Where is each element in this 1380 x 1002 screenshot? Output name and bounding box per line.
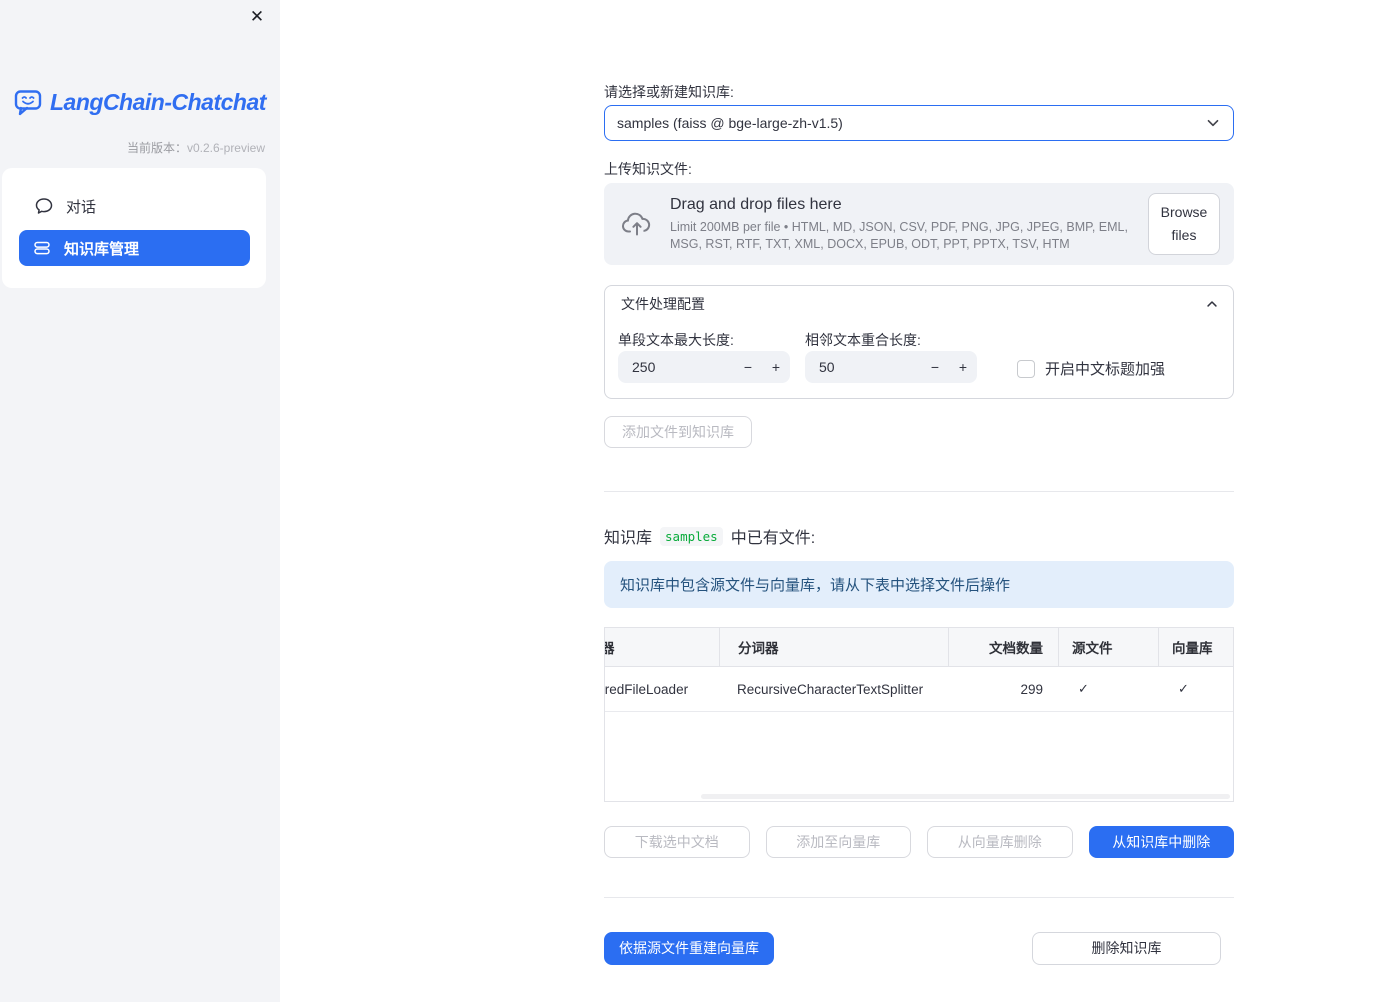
kb-name-code: samples — [660, 526, 723, 546]
overlap-value: 50 — [819, 359, 835, 375]
file-dropzone[interactable]: Drag and drop files here Limit 200MB per… — [604, 183, 1234, 265]
overlap-plus-button[interactable]: + — [949, 351, 977, 383]
overlap-label: 相邻文本重合长度: — [805, 332, 921, 348]
info-alert: 知识库中包含源文件与向量库，请从下表中选择文件后操作 — [604, 561, 1234, 608]
dropzone-title: Drag and drop files here — [670, 196, 842, 214]
rebuild-vector-store-button[interactable]: 依据源文件重建向量库 — [604, 932, 774, 965]
check-icon: ✓ — [1078, 681, 1089, 696]
dropzone-limit: Limit 200MB per file • HTML, MD, JSON, C… — [670, 220, 1128, 251]
chunk-size-plus-button[interactable]: + — [762, 351, 790, 383]
zh-title-enhance-label: 开启中文标题加强 — [1045, 361, 1166, 378]
download-selected-button[interactable]: 下载选中文档 — [604, 826, 750, 858]
dropzone-text: Drag and drop files here Limit 200MB per… — [670, 196, 1148, 252]
kb-files-prefix: 知识库 — [604, 530, 653, 547]
sidebar-menu: 对话 知识库管理 — [2, 168, 266, 288]
column-header-vector-store[interactable]: 向量库 — [1158, 628, 1233, 666]
delete-kb-button[interactable]: 删除知识库 — [1032, 932, 1221, 965]
overlap-input[interactable]: 50 − + — [805, 351, 977, 383]
version-value: v0.2.6-preview — [186, 141, 265, 155]
cell-doc-count: 299 — [1020, 681, 1043, 697]
kb-select-label: 请选择或新建知识库: — [604, 84, 734, 100]
kb-select[interactable]: samples (faiss @ bge-large-zh-v1.5) — [604, 105, 1234, 141]
kb-files-heading: 知识库 samples 中已有文件: — [604, 524, 815, 548]
cell-source-file-check: ✓ — [1058, 667, 1158, 711]
add-files-to-kb-button[interactable]: 添加文件到知识库 — [604, 416, 752, 448]
sidebar-item-label: 对话 — [66, 198, 97, 216]
sidebar-item-label: 知识库管理 — [64, 240, 140, 258]
app-logo: LangChain-Chatchat — [13, 87, 266, 117]
table-row[interactable]: UnstructuredFileLoader RecursiveCharacte… — [605, 667, 1233, 712]
sidebar-close-button[interactable]: ✕ — [246, 6, 268, 28]
divider — [604, 491, 1234, 492]
cell-loader: UnstructuredFileLoader — [605, 681, 689, 697]
chunk-size-value: 250 — [632, 359, 656, 375]
table-header-row: 文档加载器 分词器 文档数量 源文件 向量库 — [605, 628, 1233, 667]
cell-vector-store-check: ✓ — [1158, 667, 1233, 711]
upload-label: 上传知识文件: — [604, 161, 692, 177]
cloud-upload-icon — [620, 207, 654, 241]
chat-icon — [34, 196, 54, 216]
kb-files-table[interactable]: 文档加载器 分词器 文档数量 源文件 向量库 UnstructuredFileL… — [604, 627, 1234, 802]
add-to-vector-store-button[interactable]: 添加至向量库 — [765, 826, 911, 858]
sidebar: ✕ LangChain-Chatchat 当前版本：v0.2.6-preview… — [0, 0, 280, 1002]
chevron-up-icon — [1205, 297, 1219, 311]
delete-from-vector-store-button[interactable]: 从向量库删除 — [927, 826, 1073, 858]
zh-title-enhance-checkbox-row[interactable]: 开启中文标题加强 — [1017, 358, 1165, 379]
table-horizontal-scrollbar[interactable] — [701, 794, 1230, 799]
sidebar-item-dialogue[interactable]: 对话 — [2, 186, 266, 226]
file-config-title: 文件处理配置 — [621, 296, 705, 312]
divider — [604, 897, 1234, 898]
info-alert-text: 知识库中包含源文件与向量库，请从下表中选择文件后操作 — [620, 577, 1011, 594]
file-action-buttons: 下载选中文档 添加至向量库 从向量库删除 从知识库中删除 — [604, 826, 1234, 858]
kb-files-suffix: 中已有文件: — [730, 530, 816, 547]
column-header-splitter[interactable]: 分词器 — [719, 628, 948, 666]
chunk-size-input[interactable]: 250 − + — [618, 351, 790, 383]
sidebar-item-knowledge-base[interactable]: 知识库管理 — [19, 230, 250, 266]
cell-splitter: RecursiveCharacterTextSplitter — [737, 681, 924, 697]
file-config-expander-header[interactable]: 文件处理配置 — [605, 286, 1233, 322]
main-content: 请选择或新建知识库: samples (faiss @ bge-large-zh… — [604, 0, 1234, 1002]
knowledge-base-icon — [32, 238, 52, 258]
checkbox-unchecked-icon[interactable] — [1017, 359, 1035, 378]
chunk-size-minus-button[interactable]: − — [734, 351, 762, 383]
version-label: 当前版本： — [126, 141, 187, 155]
file-config-expander: 文件处理配置 单段文本最大长度: 相邻文本重合长度: 250 − + 50 − … — [604, 285, 1234, 399]
delete-from-kb-button[interactable]: 从知识库中删除 — [1088, 826, 1234, 858]
column-header-loader[interactable]: 文档加载器 — [605, 628, 719, 666]
column-header-doc-count[interactable]: 文档数量 — [948, 628, 1058, 666]
column-header-source-file[interactable]: 源文件 — [1058, 628, 1158, 666]
app-title: LangChain-Chatchat — [50, 88, 266, 115]
version-info: 当前版本：v0.2.6-preview — [127, 139, 265, 156]
chat-bubble-smiley-icon — [13, 87, 43, 117]
chunk-size-label: 单段文本最大长度: — [618, 332, 734, 348]
browse-files-button[interactable]: Browse files — [1148, 192, 1220, 256]
chevron-down-icon — [1205, 115, 1221, 131]
check-icon: ✓ — [1178, 681, 1189, 696]
overlap-minus-button[interactable]: − — [921, 351, 949, 383]
kb-select-value: samples (faiss @ bge-large-zh-v1.5) — [617, 115, 843, 131]
